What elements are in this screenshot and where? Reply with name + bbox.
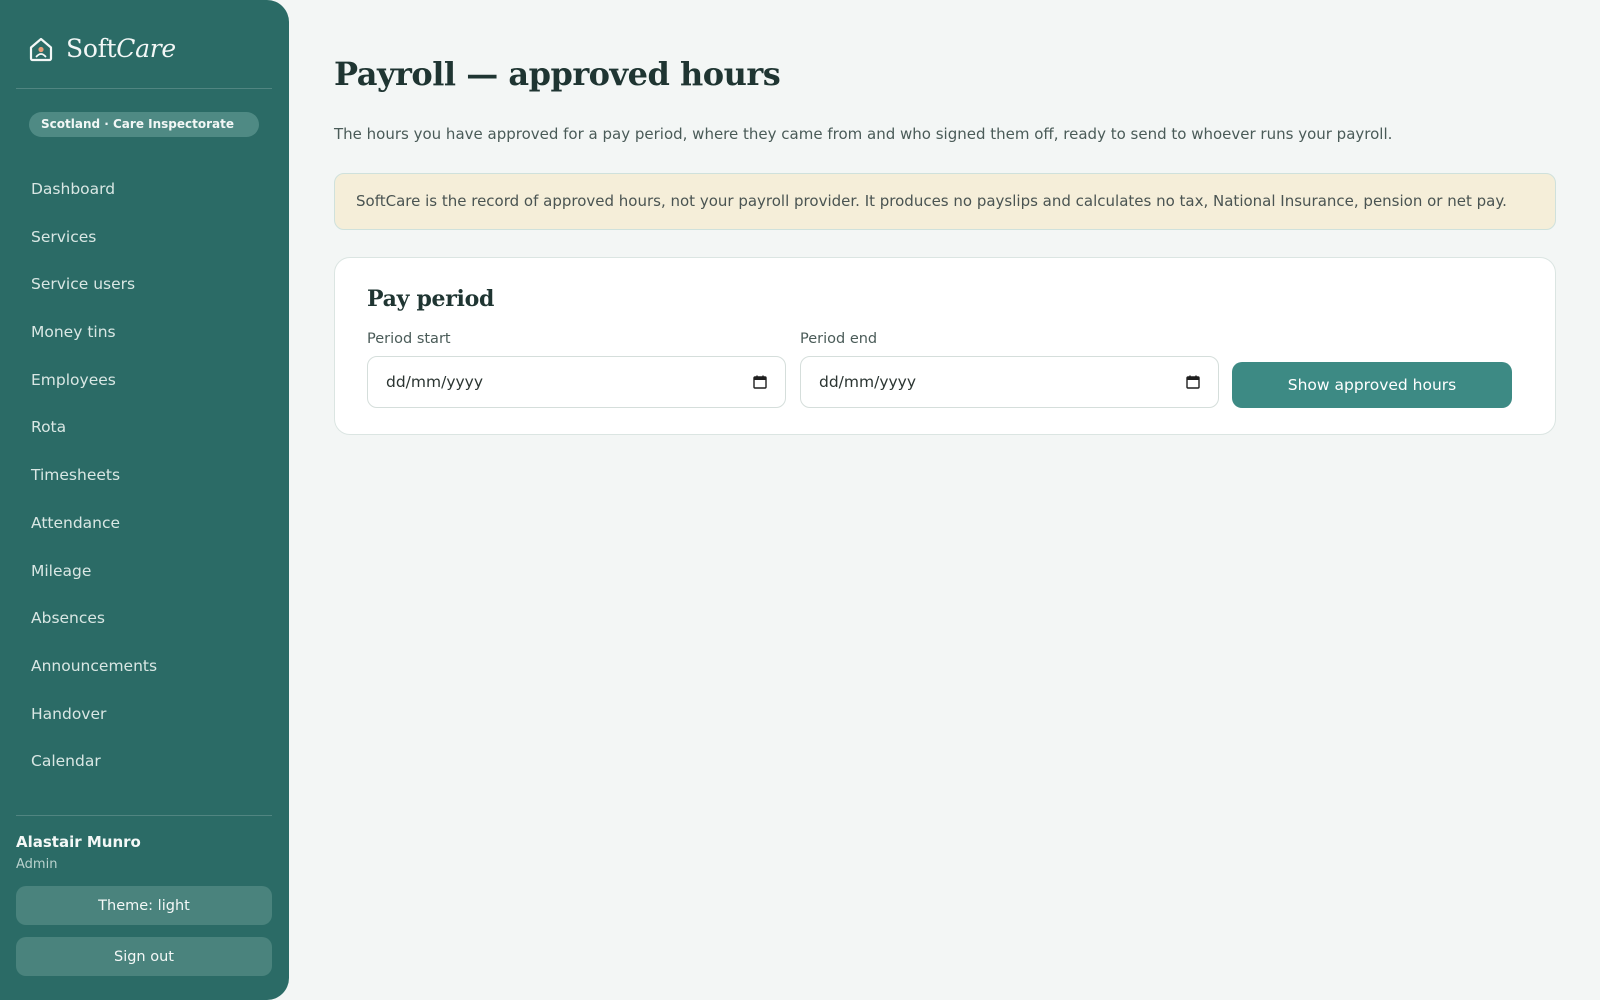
calendar-icon[interactable] [753, 375, 767, 389]
page-description: The hours you have approved for a pay pe… [334, 125, 1393, 143]
brand-logo[interactable]: SoftCare [27, 34, 176, 63]
sidebar: SoftCare Scotland · Care Inspectorate Da… [0, 0, 289, 1000]
sidebar-nav: Dashboard Services Service users Money t… [0, 166, 289, 786]
payroll-notice: SoftCare is the record of approved hours… [334, 173, 1556, 230]
sidebar-item-mileage[interactable]: Mileage [0, 548, 289, 596]
period-end-input[interactable]: dd/mm/yyyy [800, 356, 1219, 408]
calendar-icon[interactable] [1186, 375, 1200, 389]
sidebar-item-announcements[interactable]: Announcements [0, 643, 289, 691]
period-end-placeholder: dd/mm/yyyy [819, 373, 917, 391]
region-badge: Scotland · Care Inspectorate [29, 112, 259, 137]
page-title: Payroll — approved hours [334, 55, 781, 93]
theme-toggle-button[interactable]: Theme: light [16, 886, 272, 925]
period-start-input[interactable]: dd/mm/yyyy [367, 356, 786, 408]
show-approved-hours-button[interactable]: Show approved hours [1232, 362, 1512, 408]
user-role: Admin [16, 857, 58, 872]
sidebar-item-money-tins[interactable]: Money tins [0, 309, 289, 357]
period-end-label: Period end [800, 331, 878, 347]
brand-name-plain: Soft [66, 34, 117, 63]
sidebar-item-rota[interactable]: Rota [0, 404, 289, 452]
sidebar-divider-top [16, 88, 272, 89]
sidebar-item-employees[interactable]: Employees [0, 357, 289, 405]
pay-period-card: Pay period Period start dd/mm/yyyy Perio… [334, 257, 1556, 435]
sidebar-item-absences[interactable]: Absences [0, 595, 289, 643]
sidebar-item-dashboard[interactable]: Dashboard [0, 166, 289, 214]
period-start-placeholder: dd/mm/yyyy [386, 373, 484, 391]
period-start-label: Period start [367, 331, 451, 347]
sidebar-divider-bottom [16, 815, 272, 816]
user-name: Alastair Munro [16, 833, 141, 851]
brand-name-italic: Care [116, 34, 176, 63]
sidebar-item-attendance[interactable]: Attendance [0, 500, 289, 548]
sidebar-item-calendar[interactable]: Calendar [0, 738, 289, 786]
sidebar-item-service-users[interactable]: Service users [0, 261, 289, 309]
pay-period-title: Pay period [367, 286, 495, 312]
sidebar-item-services[interactable]: Services [0, 214, 289, 262]
brand-name: SoftCare [66, 34, 176, 63]
sidebar-item-timesheets[interactable]: Timesheets [0, 452, 289, 500]
sign-out-button[interactable]: Sign out [16, 937, 272, 976]
home-heart-icon [29, 37, 53, 61]
sidebar-item-handover[interactable]: Handover [0, 691, 289, 739]
